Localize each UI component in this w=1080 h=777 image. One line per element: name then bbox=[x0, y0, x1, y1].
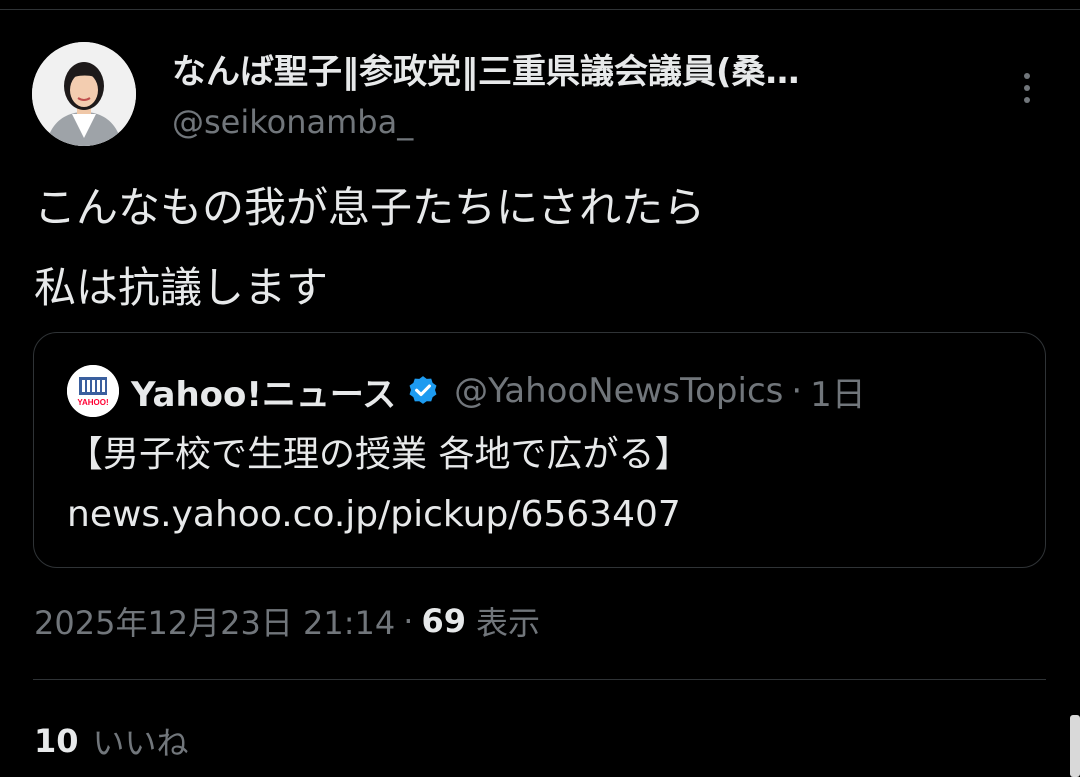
tweet-header: なんば聖子‖参政党‖三重県議会議員(桑… @seikonamba_ bbox=[32, 42, 1042, 150]
quoted-tweet-body: 【男子校で生理の授業 各地で広がる】 news.yahoo.co.jp/pick… bbox=[67, 425, 690, 545]
tweet-timestamp[interactable]: 2025年12月23日 21:14 bbox=[34, 598, 395, 644]
quoted-tweet-text: 【男子校で生理の授業 各地で広がる】 bbox=[67, 434, 691, 475]
tweet-text-line: こんなもの我が息子たちにされたら bbox=[34, 183, 706, 232]
tweet-text: こんなもの我が息子たちにされたら 私は抗議します bbox=[34, 168, 1044, 328]
verified-badge-icon bbox=[409, 376, 437, 404]
likes-count: 10 bbox=[34, 722, 79, 760]
stats-divider bbox=[33, 679, 1046, 680]
tweet-meta-row: 2025年12月23日 21:14 · 69 表示 bbox=[34, 596, 540, 646]
views-label: 表示 bbox=[475, 604, 540, 642]
author-display-name[interactable]: なんば聖子‖参政党‖三重県議会議員(桑… bbox=[172, 50, 992, 94]
quoted-tweet-link[interactable]: news.yahoo.co.jp/pickup/6563407 bbox=[67, 485, 690, 545]
quoted-tweet-card[interactable]: YAHOO! Yahoo!ニュース @YahooNewsTopics · 1日 … bbox=[33, 332, 1046, 568]
meta-separator: · bbox=[403, 602, 414, 640]
likes-label: いいね bbox=[92, 724, 189, 762]
more-dot bbox=[1024, 97, 1030, 103]
author-avatar[interactable] bbox=[32, 42, 136, 146]
quoted-author-avatar[interactable]: YAHOO! bbox=[67, 365, 119, 417]
more-dot bbox=[1024, 73, 1030, 79]
more-dot bbox=[1024, 85, 1030, 91]
likes-stat[interactable]: 10 いいね bbox=[34, 716, 189, 766]
tweet-text-line: 私は抗議します bbox=[34, 263, 329, 312]
top-divider bbox=[0, 9, 1080, 10]
quoted-tweet-header: YAHOO! Yahoo!ニュース @YahooNewsTopics · 1日 bbox=[67, 363, 866, 419]
more-options-icon[interactable] bbox=[1010, 66, 1044, 110]
quoted-tweet-time[interactable]: 1日 bbox=[810, 367, 866, 416]
quoted-author-handle[interactable]: @YahooNewsTopics bbox=[454, 371, 783, 411]
yahoo-logo-text: YAHOO! bbox=[77, 398, 108, 407]
quoted-author-name[interactable]: Yahoo!ニュース bbox=[131, 367, 396, 416]
quoted-meta-separator: · bbox=[791, 371, 803, 411]
author-handle[interactable]: @seikonamba_ bbox=[172, 100, 413, 144]
views-count: 69 bbox=[421, 602, 466, 640]
scrollbar-thumb[interactable] bbox=[1070, 715, 1080, 777]
